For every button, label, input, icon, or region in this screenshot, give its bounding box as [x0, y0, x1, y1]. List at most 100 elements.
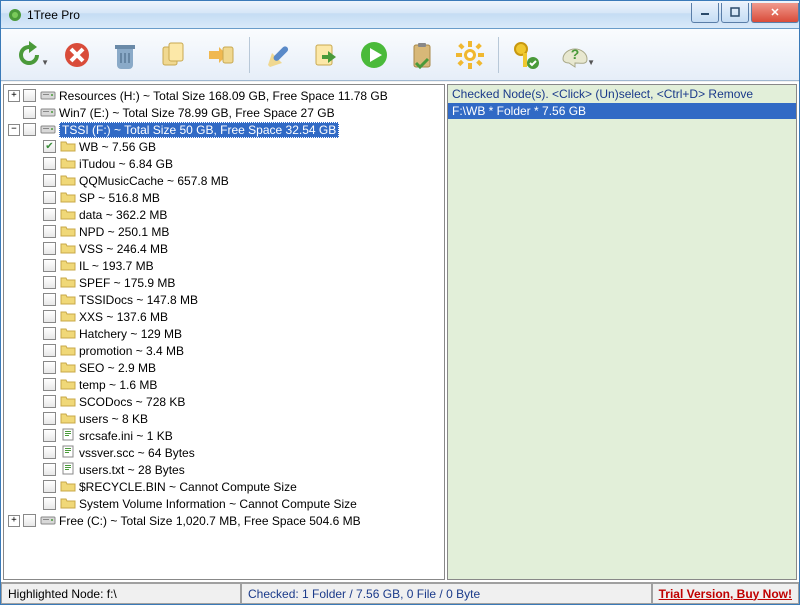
- recycle-button[interactable]: [103, 33, 147, 77]
- checkbox[interactable]: [43, 208, 56, 221]
- checkbox[interactable]: [43, 361, 56, 374]
- checkbox[interactable]: [43, 259, 56, 272]
- delete-button[interactable]: [55, 33, 99, 77]
- expand-icon[interactable]: +: [8, 515, 20, 527]
- checked-item[interactable]: F:\WB * Folder * 7.56 GB: [448, 103, 796, 119]
- tree-label: srcsafe.ini ~ 1 KB: [79, 429, 173, 443]
- folder-icon: [60, 139, 79, 155]
- tree-row[interactable]: IL ~ 193.7 MB: [4, 257, 444, 274]
- checkbox[interactable]: [43, 412, 56, 425]
- tree-label: $RECYCLE.BIN ~ Cannot Compute Size: [79, 480, 297, 494]
- checkbox[interactable]: [43, 174, 56, 187]
- minimize-button[interactable]: [691, 3, 719, 23]
- edit-icon: [262, 39, 294, 71]
- tree-row[interactable]: +Free (C:) ~ Total Size 1,020.7 MB, Free…: [4, 512, 444, 529]
- tree-row[interactable]: Win7 (E:) ~ Total Size 78.99 GB, Free Sp…: [4, 104, 444, 121]
- tree-label: TSSI (F:) ~ Total Size 50 GB, Free Space…: [62, 123, 336, 137]
- tree-row[interactable]: SPEF ~ 175.9 MB: [4, 274, 444, 291]
- checkbox[interactable]: [23, 89, 36, 102]
- checkbox[interactable]: [43, 293, 56, 306]
- checkbox[interactable]: [43, 157, 56, 170]
- checkbox[interactable]: [43, 378, 56, 391]
- checked-pane[interactable]: Checked Node(s). <Click> (Un)select, <Ct…: [447, 84, 797, 580]
- folder-icon: [60, 411, 79, 427]
- drive-icon: [40, 105, 59, 121]
- tree-row[interactable]: TSSIDocs ~ 147.8 MB: [4, 291, 444, 308]
- checkbox[interactable]: [43, 446, 56, 459]
- move-button[interactable]: [199, 33, 243, 77]
- checkbox[interactable]: [43, 429, 56, 442]
- tree-row[interactable]: NPD ~ 250.1 MB: [4, 223, 444, 240]
- tree-label: Resources (H:) ~ Total Size 168.09 GB, F…: [59, 89, 388, 103]
- checkbox[interactable]: [43, 310, 56, 323]
- delete-icon: [61, 39, 93, 71]
- edit-button[interactable]: [256, 33, 300, 77]
- tree-label: VSS ~ 246.4 MB: [79, 242, 168, 256]
- checkbox[interactable]: [43, 344, 56, 357]
- checkbox[interactable]: ✔: [43, 140, 56, 153]
- tree-label: SPEF ~ 175.9 MB: [79, 276, 175, 290]
- checkbox[interactable]: [43, 395, 56, 408]
- tree-row[interactable]: − TSSI (F:) ~ Total Size 50 GB, Free Spac…: [4, 121, 444, 138]
- checkbox[interactable]: [23, 514, 36, 527]
- maximize-button[interactable]: [721, 3, 749, 23]
- run-button[interactable]: [352, 33, 396, 77]
- refresh-button[interactable]: ▼: [7, 33, 51, 77]
- checkbox[interactable]: [43, 191, 56, 204]
- tree-row[interactable]: Hatchery ~ 129 MB: [4, 325, 444, 342]
- checkbox[interactable]: [43, 276, 56, 289]
- settings-button[interactable]: [448, 33, 492, 77]
- tree-row[interactable]: XXS ~ 137.6 MB: [4, 308, 444, 325]
- folder-icon: [60, 258, 79, 274]
- checkbox[interactable]: [43, 327, 56, 340]
- tree-row[interactable]: SEO ~ 2.9 MB: [4, 359, 444, 376]
- folder-icon: [60, 224, 79, 240]
- tree-row[interactable]: promotion ~ 3.4 MB: [4, 342, 444, 359]
- license-button[interactable]: [505, 33, 549, 77]
- copy-button[interactable]: [151, 33, 195, 77]
- clipboard-button[interactable]: [400, 33, 444, 77]
- tree-row[interactable]: temp ~ 1.6 MB: [4, 376, 444, 393]
- checkbox[interactable]: [23, 123, 36, 136]
- toolbar-separator: [498, 37, 499, 73]
- tree-row[interactable]: ✔WB ~ 7.56 GB: [4, 138, 444, 155]
- tree-label: NPD ~ 250.1 MB: [79, 225, 169, 239]
- tree-label: Win7 (E:) ~ Total Size 78.99 GB, Free Sp…: [59, 106, 335, 120]
- tree-row[interactable]: + Resources (H:) ~ Total Size 168.09 GB, …: [4, 87, 444, 104]
- tree-row[interactable]: $RECYCLE.BIN ~ Cannot Compute Size: [4, 478, 444, 495]
- close-button[interactable]: ✕: [751, 3, 799, 23]
- trial-buy-link[interactable]: Trial Version, Buy Now!: [652, 583, 799, 604]
- help-button[interactable]: ?▼: [553, 33, 597, 77]
- clipboard-icon: [406, 39, 438, 71]
- tree-row[interactable]: users ~ 8 KB: [4, 410, 444, 427]
- checkbox[interactable]: [43, 225, 56, 238]
- checkbox[interactable]: [43, 480, 56, 493]
- tree-row[interactable]: QQMusicCache ~ 657.8 MB: [4, 172, 444, 189]
- tree-row[interactable]: VSS ~ 246.4 MB: [4, 240, 444, 257]
- export-button[interactable]: [304, 33, 348, 77]
- tree-row[interactable]: vssver.scc ~ 64 Bytes: [4, 444, 444, 461]
- folder-icon: [60, 377, 79, 393]
- tree-row[interactable]: SP ~ 516.8 MB: [4, 189, 444, 206]
- checkbox[interactable]: [43, 463, 56, 476]
- window-controls: ✕: [689, 3, 799, 23]
- tree-pane[interactable]: + Resources (H:) ~ Total Size 168.09 GB, …: [3, 84, 445, 580]
- checkbox[interactable]: [23, 106, 36, 119]
- tree-row[interactable]: iTudou ~ 6.84 GB: [4, 155, 444, 172]
- tree-row[interactable]: users.txt ~ 28 Bytes: [4, 461, 444, 478]
- folder-icon: [60, 343, 79, 359]
- checkbox[interactable]: [43, 242, 56, 255]
- expand-icon[interactable]: +: [8, 90, 20, 102]
- statusbar: Highlighted Node: f:\ Checked: 1 Folder …: [1, 582, 799, 604]
- tree-row[interactable]: srcsafe.ini ~ 1 KB: [4, 427, 444, 444]
- tree-row[interactable]: System Volume Information ~ Cannot Compu…: [4, 495, 444, 512]
- tree-row[interactable]: SCODocs ~ 728 KB: [4, 393, 444, 410]
- checkbox[interactable]: [43, 497, 56, 510]
- titlebar[interactable]: 1Tree Pro ✕: [1, 1, 799, 29]
- tree-label: users ~ 8 KB: [79, 412, 148, 426]
- drive-icon: [40, 122, 59, 138]
- tree-label: promotion ~ 3.4 MB: [79, 344, 184, 358]
- collapse-icon[interactable]: −: [8, 124, 20, 136]
- tree-row[interactable]: data ~ 362.2 MB: [4, 206, 444, 223]
- file-icon: [60, 428, 79, 444]
